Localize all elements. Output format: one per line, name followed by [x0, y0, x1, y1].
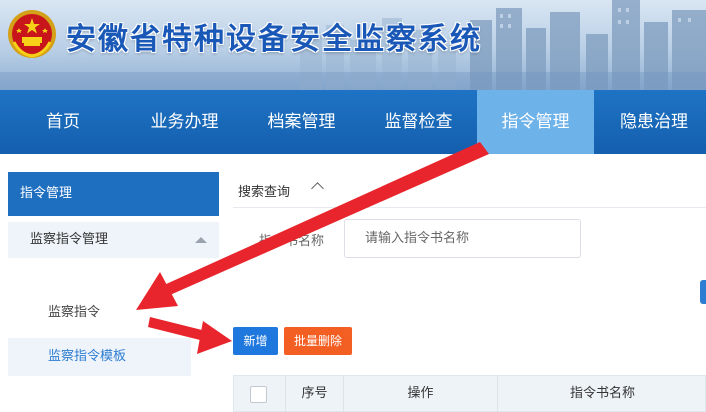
app-title: 安徽省特种设备安全监察系统	[66, 22, 482, 57]
nav-item-home[interactable]: 首页	[0, 90, 126, 154]
nav-item-directive[interactable]: 指令管理	[477, 90, 594, 154]
main-nav: 首页 业务办理 档案管理 监督检查 指令管理 隐患治理	[0, 90, 706, 154]
nav-item-supervision[interactable]: 监督检查	[360, 90, 477, 154]
select-all-checkbox[interactable]	[250, 386, 267, 403]
directive-name-input[interactable]	[344, 219, 581, 258]
sidebar-group: 监察指令管理 监察指令 监察指令模板	[8, 216, 219, 412]
sidebar-group-directive-mgmt[interactable]: 监察指令管理	[8, 222, 219, 258]
directive-name-label: 指令书名称	[259, 234, 325, 249]
chevron-up-icon[interactable]	[311, 182, 324, 195]
main-content: 搜索查询 指令书名称 新增 批量删除 序号 操作 指令书名称	[233, 172, 706, 412]
search-button[interactable]	[700, 280, 706, 304]
sidebar-header: 指令管理	[8, 172, 219, 216]
batch-delete-button[interactable]: 批量删除	[284, 327, 352, 355]
table-header: 序号 操作 指令书名称	[233, 375, 706, 412]
sidebar-group-label: 监察指令管理	[30, 232, 109, 247]
column-header-directive-name: 指令书名称	[569, 386, 635, 401]
search-panel-title: 搜索查询	[238, 185, 291, 200]
sidebar: 指令管理 监察指令管理 监察指令 监察指令模板	[8, 172, 219, 412]
app-header: 安徽省特种设备安全监察系统	[0, 0, 706, 90]
column-header-actions: 操作	[344, 376, 498, 412]
search-panel-header[interactable]: 搜索查询	[233, 172, 706, 208]
nav-item-hazard[interactable]: 隐患治理	[594, 90, 706, 154]
add-button[interactable]: 新增	[233, 327, 278, 355]
column-header-select	[234, 376, 286, 412]
caret-up-icon	[195, 237, 207, 243]
sidebar-item-directive[interactable]: 监察指令	[8, 294, 191, 332]
nav-item-archives[interactable]: 档案管理	[243, 90, 360, 154]
column-header-index: 序号	[286, 376, 344, 412]
nav-item-business[interactable]: 业务办理	[126, 90, 243, 154]
sidebar-item-directive-template[interactable]: 监察指令模板	[8, 338, 191, 376]
national-emblem-icon	[8, 10, 56, 58]
